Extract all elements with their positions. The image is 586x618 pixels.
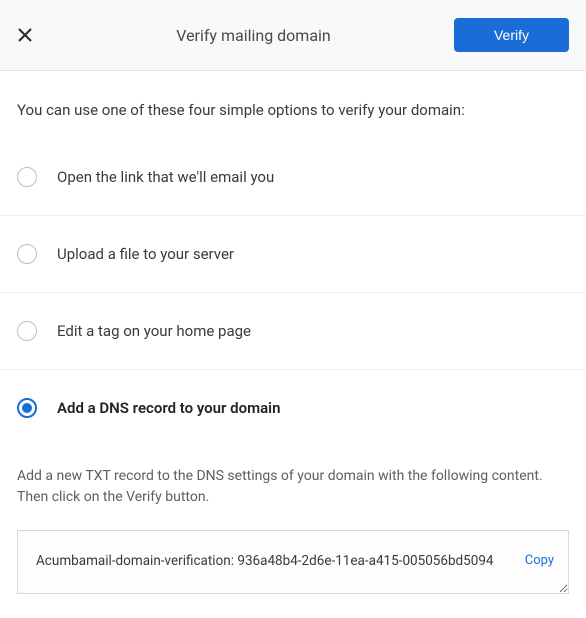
option-upload-file[interactable]: Upload a file to your server [0,216,586,293]
dns-description: Add a new TXT record to the DNS settings… [0,446,586,508]
option-label: Open the link that we'll email you [57,168,274,186]
page-title: Verify mailing domain [53,26,454,45]
option-label: Add a DNS record to your domain [57,399,280,417]
option-dns-record[interactable]: Add a DNS record to your domain [0,370,586,446]
radio-icon [17,244,37,264]
verify-button[interactable]: Verify [454,18,569,52]
option-edit-tag[interactable]: Edit a tag on your home page [0,293,586,370]
txt-record-box: Acumbamail-domain-verification: 936a48b4… [17,530,569,594]
intro-text: You can use one of these four simple opt… [0,71,586,139]
option-label: Edit a tag on your home page [57,322,251,340]
radio-icon-selected [17,398,37,418]
option-email-link[interactable]: Open the link that we'll email you [0,139,586,216]
txt-record-value: Acumbamail-domain-verification: 936a48b4… [36,553,498,569]
radio-icon [17,321,37,341]
close-icon[interactable] [17,27,33,43]
radio-icon [17,167,37,187]
copy-button[interactable]: Copy [525,553,554,568]
option-label: Upload a file to your server [57,245,234,263]
